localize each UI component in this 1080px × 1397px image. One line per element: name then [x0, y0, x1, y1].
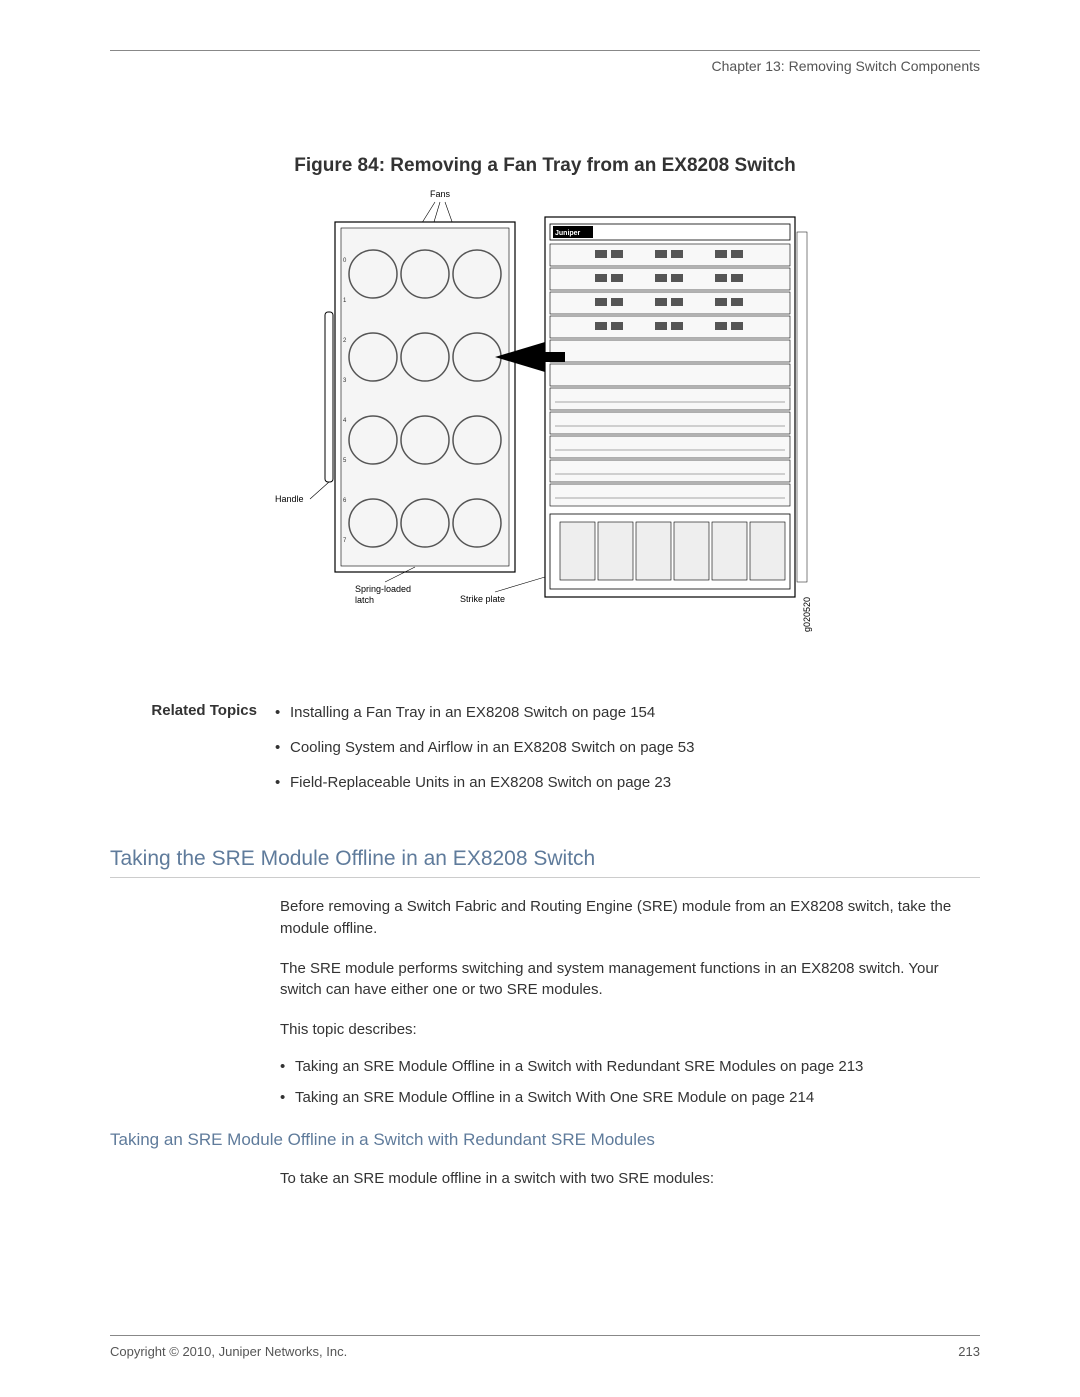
related-topics-list: Installing a Fan Tray in an EX8208 Switc… [275, 702, 694, 807]
related-topics-section: Related Topics Installing a Fan Tray in … [110, 702, 980, 807]
related-topic-item[interactable]: Cooling System and Airflow in an EX8208 … [275, 737, 694, 758]
body-paragraph: The SRE module performs switching and sy… [280, 958, 980, 1002]
body-paragraph: Before removing a Switch Fabric and Rout… [280, 896, 980, 940]
chapter-header: Chapter 13: Removing Switch Components [712, 58, 980, 74]
related-topics-label: Related Topics [110, 702, 275, 807]
brand-label: Juniper [555, 230, 581, 237]
body-paragraph: This topic describes: [280, 1019, 980, 1041]
page-number: 213 [958, 1344, 980, 1359]
callout-strike-plate: Strike plate [460, 594, 505, 604]
fan-tray-panel: 012 345 67 [325, 222, 515, 572]
body-paragraph: To take an SRE module offline in a switc… [280, 1168, 980, 1190]
toc-item[interactable]: Taking an SRE Module Offline in a Switch… [280, 1087, 980, 1108]
topic-toc-list: Taking an SRE Module Offline in a Switch… [280, 1056, 980, 1108]
header-rule [110, 50, 980, 51]
callout-spring-latch: Spring-loaded latch [355, 584, 414, 605]
related-topic-item[interactable]: Installing a Fan Tray in an EX8208 Switc… [275, 702, 694, 723]
figure-title: Figure 84: Removing a Fan Tray from an E… [110, 155, 980, 177]
figure-container: Fans 012 345 67 [110, 182, 980, 662]
figure-id: g020520 [802, 597, 812, 632]
callout-fans: Fans [430, 189, 451, 199]
page-footer: Copyright © 2010, Juniper Networks, Inc.… [110, 1335, 980, 1359]
subsection-heading: Taking an SRE Module Offline in a Switch… [110, 1130, 980, 1150]
chassis: Juniper [545, 217, 807, 597]
copyright-text: Copyright © 2010, Juniper Networks, Inc. [110, 1344, 347, 1359]
toc-item[interactable]: Taking an SRE Module Offline in a Switch… [280, 1056, 980, 1077]
fan-tray-diagram: Fans 012 345 67 [255, 182, 835, 662]
section-heading: Taking the SRE Module Offline in an EX82… [110, 847, 980, 878]
related-topic-item[interactable]: Field-Replaceable Units in an EX8208 Swi… [275, 772, 694, 793]
callout-handle: Handle [275, 494, 304, 504]
